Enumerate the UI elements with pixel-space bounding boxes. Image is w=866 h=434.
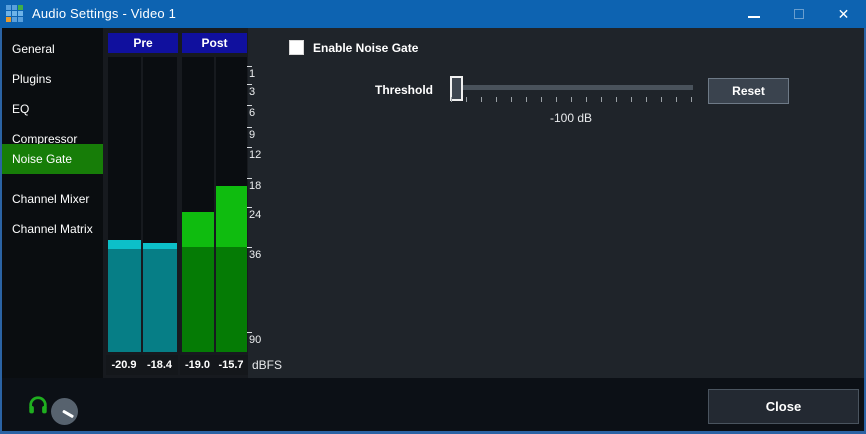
audio-meters-panel: Pre Post -20.9 -18.4 -19.0 -15.7 [103,28,248,378]
window-title: Audio Settings - Video 1 [32,6,176,21]
sidebar-item-general[interactable]: General [2,34,103,64]
reset-button[interactable]: Reset [708,78,789,104]
meter-value-pre-right: -18.4 [141,355,178,375]
knob-needle-icon [62,410,74,419]
meter-value-post-left: -19.0 [180,355,215,375]
meter-group-pre-header: Pre [108,33,178,53]
gain-knob[interactable] [51,398,78,425]
headphones-icon[interactable] [27,395,49,417]
meter-bar-post-left [182,57,214,352]
threshold-value: -100 dB [521,111,621,125]
meter-bar-pre-left [108,57,141,352]
meter-bar-post-right [216,57,247,352]
meter-group-post-header: Post [182,33,247,53]
sidebar-item-channel-matrix[interactable]: Channel Matrix [2,214,103,244]
db-scale: 13691218243690 [246,57,282,357]
sidebar-item-noise-gate[interactable]: Noise Gate [2,144,103,174]
maximize-icon [794,9,804,19]
sidebar-item-plugins[interactable]: Plugins [2,64,103,94]
close-button[interactable]: Close [708,389,859,424]
window-border-left [0,28,2,434]
minimize-button[interactable] [731,0,776,28]
meter-value-post-right: -15.7 [214,355,248,375]
sidebar-item-channel-mixer[interactable]: Channel Mixer [2,184,103,214]
window-controls: ✕ [731,0,866,28]
sidebar: General Plugins EQ Compressor Noise Gate… [2,28,103,378]
titlebar: Audio Settings - Video 1 ✕ [0,0,866,28]
meter-bar-pre-right [143,57,177,352]
app-logo-icon [6,5,24,23]
minimize-icon [748,16,760,18]
sidebar-item-eq[interactable]: EQ [2,94,103,124]
audio-settings-window: Audio Settings - Video 1 ✕ General Plugi… [0,0,866,434]
threshold-slider-track[interactable] [463,85,693,90]
close-window-button[interactable]: ✕ [821,0,866,28]
threshold-label: Threshold [333,83,433,97]
maximize-button[interactable] [776,0,821,28]
enable-noise-gate-label: Enable Noise Gate [313,41,418,55]
enable-noise-gate-checkbox[interactable] [289,40,304,55]
meter-value-pre-left: -20.9 [106,355,142,375]
footer-bar: Close [2,378,864,431]
dbfs-unit-label: dBFS [252,355,282,375]
